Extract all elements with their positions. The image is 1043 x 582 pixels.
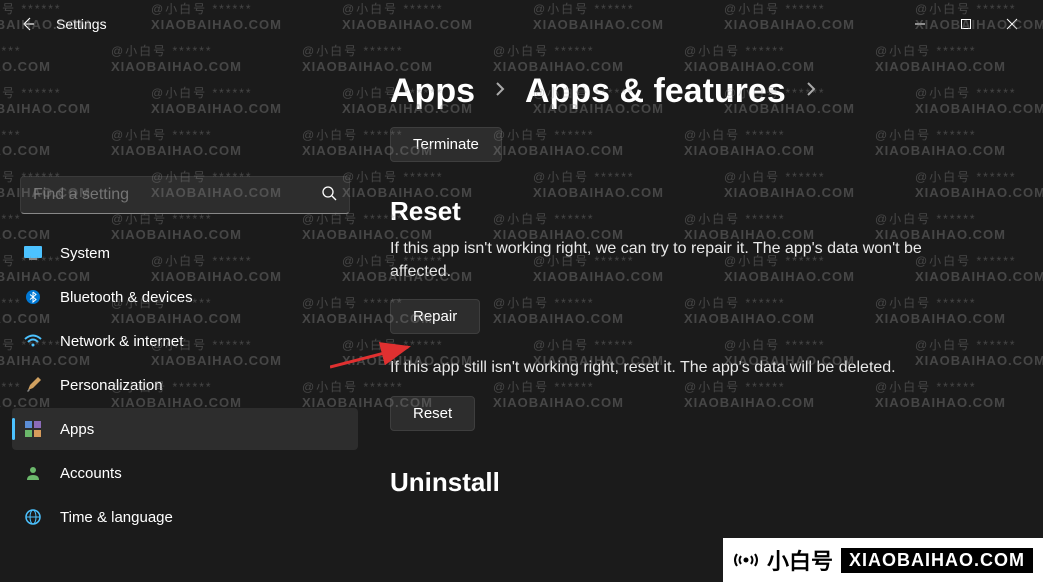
back-icon: [20, 16, 36, 32]
logo-en: XIAOBAIHAO.COM: [841, 548, 1033, 573]
sidebar-item-label: Network & internet: [60, 333, 183, 350]
maximize-icon: [960, 18, 972, 30]
search-box[interactable]: [20, 176, 350, 214]
breadcrumb: Apps Apps & features: [390, 52, 1023, 121]
reset-description: If this app still isn't working right, r…: [390, 356, 1010, 379]
titlebar: Settings: [0, 0, 1043, 48]
sidebar-item-label: Time & language: [60, 509, 173, 526]
reset-heading: Reset: [390, 196, 1023, 227]
sidebar-item-label: Accounts: [60, 465, 122, 482]
breadcrumb-apps-features[interactable]: Apps & features: [525, 72, 786, 111]
reset-button[interactable]: Reset: [390, 396, 475, 431]
maximize-button[interactable]: [943, 8, 989, 40]
sidebar-item-network[interactable]: Network & internet: [12, 320, 358, 362]
app-title: Settings: [56, 16, 107, 32]
apps-icon: [24, 420, 42, 438]
paintbrush-icon: [24, 376, 42, 394]
sidebar-item-label: System: [60, 245, 110, 262]
minimize-button[interactable]: [897, 8, 943, 40]
repair-description: If this app isn't working right, we can …: [390, 237, 970, 283]
broadcast-icon: [733, 547, 759, 573]
sidebar-item-label: Personalization: [60, 377, 163, 394]
sidebar-item-time-language[interactable]: Time & language: [12, 496, 358, 538]
main-content: Apps Apps & features Terminate Reset If …: [370, 48, 1043, 582]
chevron-right-icon: [493, 80, 507, 103]
close-button[interactable]: [989, 8, 1035, 40]
globe-icon: [24, 508, 42, 526]
chevron-right-icon: [804, 80, 818, 103]
bluetooth-icon: [24, 288, 42, 306]
terminate-button[interactable]: Terminate: [390, 127, 502, 162]
search-icon: [321, 185, 337, 206]
watermark-logo: 小白号 XIAOBAIHAO.COM: [723, 538, 1043, 582]
repair-button[interactable]: Repair: [390, 299, 480, 334]
sidebar-item-accounts[interactable]: Accounts: [12, 452, 358, 494]
sidebar: System Bluetooth & devices Network & int…: [0, 48, 370, 582]
sidebar-item-apps[interactable]: Apps: [12, 408, 358, 450]
sidebar-item-system[interactable]: System: [12, 232, 358, 274]
back-button[interactable]: [8, 4, 48, 44]
search-input[interactable]: [33, 186, 321, 204]
logo-cn: 小白号: [767, 544, 833, 576]
system-icon: [24, 244, 42, 262]
uninstall-heading: Uninstall: [390, 467, 1023, 498]
sidebar-item-personalization[interactable]: Personalization: [12, 364, 358, 406]
sidebar-item-label: Apps: [60, 421, 94, 438]
breadcrumb-apps[interactable]: Apps: [390, 72, 475, 111]
sidebar-item-bluetooth[interactable]: Bluetooth & devices: [12, 276, 358, 318]
wifi-icon: [24, 332, 42, 350]
person-icon: [24, 464, 42, 482]
sidebar-item-label: Bluetooth & devices: [60, 289, 193, 306]
minimize-icon: [914, 18, 926, 30]
nav-list: System Bluetooth & devices Network & int…: [8, 232, 362, 538]
close-icon: [1006, 18, 1018, 30]
